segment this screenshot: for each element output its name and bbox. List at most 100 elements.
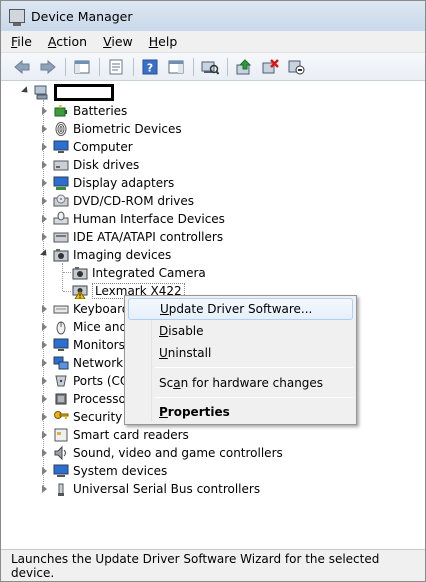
- menu-item-update-driver-software[interactable]: Update Driver Software...: [128, 298, 353, 320]
- expand-arrow-icon[interactable]: [39, 196, 49, 206]
- tree-item-computer[interactable]: Computer: [39, 138, 133, 156]
- expand-arrow-icon[interactable]: [39, 142, 49, 152]
- status-bar: Launches the Update Driver Software Wiza…: [1, 549, 425, 581]
- tree-item-label: Disk drives: [73, 158, 140, 172]
- expand-arrow-icon[interactable]: [39, 340, 49, 350]
- security-icon: [53, 409, 69, 425]
- menu-view[interactable]: View: [103, 34, 133, 49]
- help-icon[interactable]: ?: [139, 57, 161, 77]
- tree-item-processors[interactable]: Processor: [39, 390, 131, 408]
- monitor-icon: [53, 337, 69, 353]
- tree-item-keyboards[interactable]: Keyboard: [39, 300, 129, 318]
- tree-item-biometric-devices[interactable]: Biometric Devices: [39, 120, 182, 138]
- expand-arrow-icon[interactable]: [39, 106, 49, 116]
- tree-item-label: Keyboard: [73, 302, 130, 316]
- toolbar-separator: [227, 57, 228, 76]
- expand-arrow-icon[interactable]: [39, 124, 49, 134]
- title-bar: Device Manager: [1, 1, 425, 31]
- tree-item-security-devices[interactable]: Security D: [39, 408, 135, 426]
- camera-icon: [72, 265, 88, 281]
- expand-arrow-icon[interactable]: [39, 430, 49, 440]
- collapse-arrow-icon[interactable]: [20, 87, 30, 97]
- device-manager-window: Device Manager File Action View Help ? B…: [0, 0, 426, 582]
- menu-item-properties[interactable]: Properties: [128, 401, 353, 423]
- tree-item-label: Integrated Camera: [92, 266, 206, 280]
- tree-item-label: DVD/CD-ROM drives: [73, 194, 195, 208]
- dvd-icon: [53, 193, 69, 209]
- scan-hardware-icon[interactable]: [199, 57, 221, 77]
- toolbar-separator: [65, 57, 66, 76]
- tree-item-human-interface-devices[interactable]: Human Interface Devices: [39, 210, 225, 228]
- tree-item-usb-controllers[interactable]: Universal Serial Bus controllers: [39, 480, 260, 498]
- device-manager-icon: [9, 9, 25, 26]
- collapse-arrow-icon[interactable]: [39, 250, 49, 260]
- tree-item-label: System devices: [73, 464, 168, 478]
- expand-arrow-icon[interactable]: [39, 376, 49, 386]
- forward-arrow-icon[interactable]: [37, 57, 59, 77]
- menu-separator: [155, 367, 353, 368]
- tree-item-network-adapters[interactable]: Network a: [39, 354, 134, 372]
- show-action-pane-icon[interactable]: [165, 57, 187, 77]
- expand-arrow-icon[interactable]: [39, 178, 49, 188]
- expand-arrow-icon[interactable]: [39, 466, 49, 476]
- expand-arrow-icon[interactable]: [39, 160, 49, 170]
- menu-help[interactable]: Help: [149, 34, 178, 49]
- tree-item-label: Mice and: [73, 320, 128, 334]
- status-text: Launches the Update Driver Software Wiza…: [11, 551, 380, 580]
- tree-connector: [62, 263, 63, 291]
- menu-file[interactable]: File: [11, 34, 32, 49]
- fingerprint-icon: [53, 121, 69, 137]
- menu-item-uninstall[interactable]: Uninstall: [128, 342, 353, 364]
- properties-icon[interactable]: [105, 57, 127, 77]
- network-icon: [53, 355, 69, 371]
- redacted-computer-name: [54, 83, 114, 101]
- tree-item-integrated-camera[interactable]: Integrated Camera: [72, 264, 206, 282]
- tree-connector: [63, 291, 71, 292]
- expand-arrow-icon[interactable]: [39, 484, 49, 494]
- update-driver-icon[interactable]: [233, 57, 255, 77]
- tree-item-batteries[interactable]: Batteries: [39, 102, 127, 120]
- tree-item-mice[interactable]: Mice and: [39, 318, 127, 336]
- tree-item-system-devices[interactable]: System devices: [39, 462, 167, 480]
- expand-arrow-icon[interactable]: [39, 232, 49, 242]
- tree-item-ide-ata-atapi-controllers[interactable]: IDE ATA/ATAPI controllers: [39, 228, 223, 246]
- toolbar-separator: [99, 57, 100, 76]
- keyboard-icon: [53, 301, 69, 317]
- tree-item-label: Universal Serial Bus controllers: [73, 482, 261, 496]
- back-arrow-icon[interactable]: [11, 57, 33, 77]
- menu-action[interactable]: Action: [48, 34, 87, 49]
- show-hide-console-tree-icon[interactable]: [71, 57, 93, 77]
- system-icon: [53, 463, 69, 479]
- uninstall-icon[interactable]: [259, 57, 281, 77]
- tree-item-display-adapters[interactable]: Display adapters: [39, 174, 174, 192]
- menu-item-disable[interactable]: Disable: [128, 320, 353, 342]
- ide-icon: [53, 229, 69, 245]
- tree-item-disk-drives[interactable]: Disk drives: [39, 156, 139, 174]
- tree-item-label: Smart card readers: [73, 428, 189, 442]
- tree-item-dvd-cd-rom-drives[interactable]: DVD/CD-ROM drives: [39, 192, 194, 210]
- tree-item-smart-card-readers[interactable]: Smart card readers: [39, 426, 189, 444]
- window-title: Device Manager: [31, 8, 133, 24]
- tree-item-imaging-devices[interactable]: Imaging devices: [39, 246, 171, 264]
- tree-item-label: Display adapters: [73, 176, 175, 190]
- processor-icon: [53, 391, 69, 407]
- expand-arrow-icon[interactable]: [39, 304, 49, 314]
- hid-icon: [53, 211, 69, 227]
- expand-arrow-icon[interactable]: [39, 214, 49, 224]
- tree-item-monitors[interactable]: Monitors: [39, 336, 125, 354]
- expand-arrow-icon[interactable]: [39, 358, 49, 368]
- disable-icon[interactable]: [285, 57, 307, 77]
- tree-item-label: Processor: [73, 392, 131, 406]
- expand-arrow-icon[interactable]: [39, 322, 49, 332]
- svg-text:?: ?: [147, 61, 153, 74]
- display-adapter-icon: [53, 175, 69, 191]
- port-icon: [53, 373, 69, 389]
- toolbar-separator: [133, 57, 134, 76]
- expand-arrow-icon[interactable]: [39, 394, 49, 404]
- menu-item-scan-for-hardware-changes[interactable]: Sc a n for hardware changes: [128, 372, 353, 394]
- expand-arrow-icon[interactable]: [39, 412, 49, 422]
- tree-item-sound-video-game-controllers[interactable]: Sound, video and game controllers: [39, 444, 283, 462]
- tree-item-ports[interactable]: Ports (CO: [39, 372, 129, 390]
- expand-arrow-icon[interactable]: [39, 448, 49, 458]
- tree-root-computer[interactable]: [20, 83, 114, 101]
